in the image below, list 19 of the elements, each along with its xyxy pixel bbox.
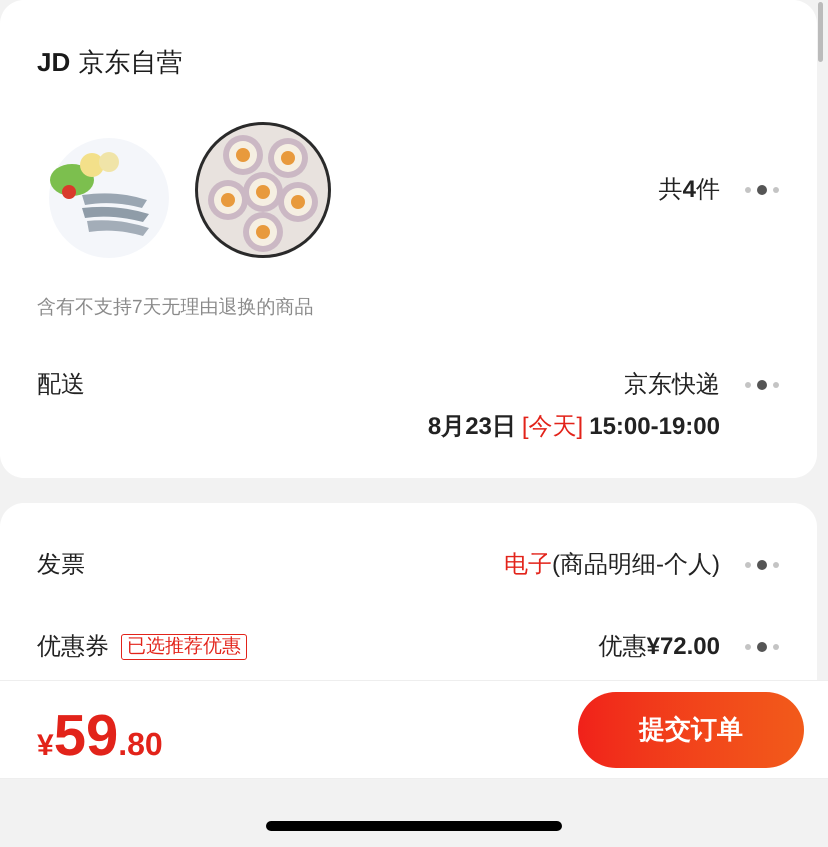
return-policy-note: 含有不支持7天无理由退换的商品 <box>37 296 315 320</box>
submit-order-button[interactable]: 提交订单 <box>578 692 804 768</box>
invoice-detail[interactable]: (商品明细-个人) <box>552 547 720 583</box>
coupon-label: 优惠券 <box>37 632 109 662</box>
delivery-date: 8月23日 <box>428 412 516 442</box>
invoice-type[interactable]: 电子 <box>504 547 552 583</box>
delivery-label: 配送 <box>37 370 85 400</box>
coupon-discount[interactable]: 优惠¥72.00 <box>598 629 720 665</box>
store-logo: JD <box>37 46 70 79</box>
invoice-label: 发票 <box>37 550 85 580</box>
day-tag: [今天] <box>522 408 584 444</box>
coupon-tag: 已选推荐优惠 <box>121 634 247 660</box>
carrier-name[interactable]: 京东快递 <box>624 366 720 402</box>
price-decimal: .80 <box>118 724 163 764</box>
item-count[interactable]: 共4件 <box>658 172 720 208</box>
currency-symbol: ¥ <box>37 728 54 764</box>
price-integer: 59 <box>54 706 118 766</box>
store-name: 京东自营 <box>78 46 182 79</box>
delivery-time: 15:00-19:00 <box>589 412 720 442</box>
